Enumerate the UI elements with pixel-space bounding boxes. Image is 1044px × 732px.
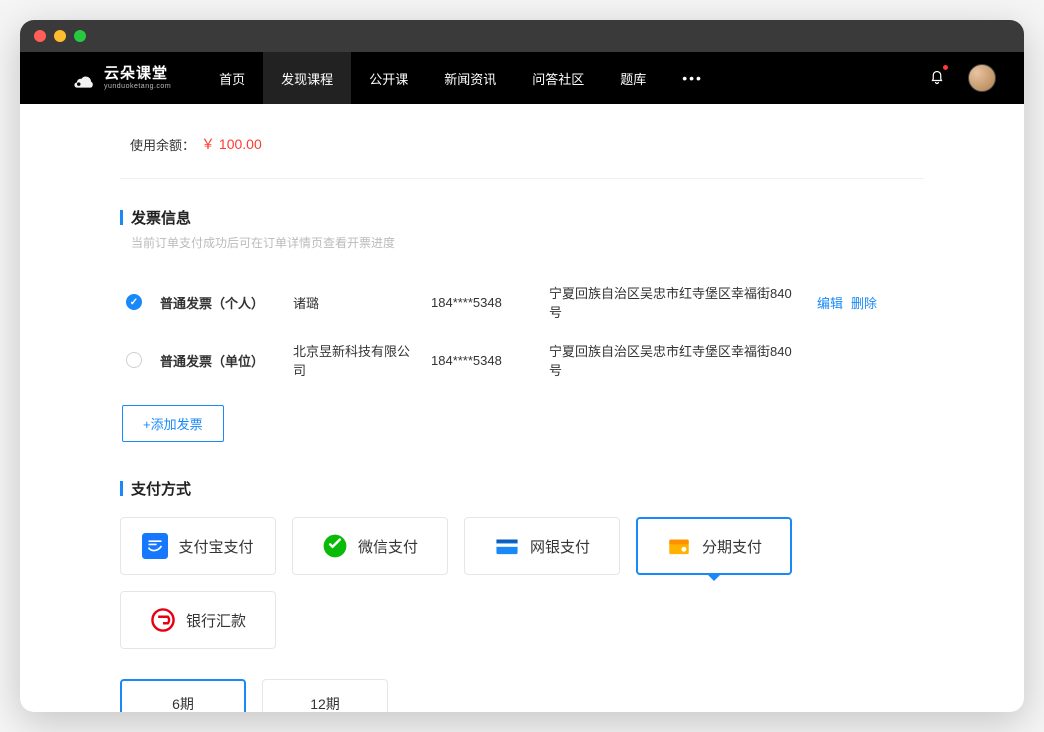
invoice-address: 宁夏回族自治区吴忠市红寺堡区幸福街840号 bbox=[549, 283, 799, 321]
brand-logo[interactable]: 云朵课堂 yunduoketang.com bbox=[70, 64, 171, 92]
alipay-icon bbox=[142, 533, 168, 559]
balance-row: 使用余额： ￥ 100.00 bbox=[120, 124, 924, 179]
notification-dot-icon bbox=[943, 65, 948, 70]
invoice-radio[interactable] bbox=[126, 352, 142, 368]
invoice-type: 普通发票（个人） bbox=[160, 293, 275, 312]
nav-item-3[interactable]: 新闻资讯 bbox=[426, 52, 514, 104]
invoice-phone: 184****5348 bbox=[431, 353, 531, 368]
payment-method-installment[interactable]: 分期支付 bbox=[636, 517, 792, 575]
invoice-type: 普通发票（单位） bbox=[160, 351, 275, 370]
balance-label: 使用余额： bbox=[130, 135, 195, 154]
invoice-actions: 编辑删除 bbox=[817, 293, 877, 312]
notification-bell[interactable] bbox=[928, 67, 946, 90]
payment-section-title: 支付方式 bbox=[120, 478, 924, 499]
payment-method-wechat[interactable]: 微信支付 bbox=[292, 517, 448, 575]
page-content: 使用余额： ￥ 100.00 发票信息 当前订单支付成功后可在订单详情页查看开票… bbox=[20, 104, 1024, 712]
invoice-name: 诸璐 bbox=[293, 293, 413, 312]
payment-method-alipay[interactable]: 支付宝支付 bbox=[120, 517, 276, 575]
invoice-row: 普通发票（单位） 北京昱新科技有限公司 184****5348 宁夏回族自治区吴忠市红… bbox=[126, 331, 924, 389]
nav-item-5[interactable]: 题库 bbox=[602, 52, 664, 104]
invoice-delete-button[interactable]: 删除 bbox=[851, 293, 877, 312]
window-titlebar bbox=[20, 20, 1024, 52]
installment-option-1[interactable]: 12期 bbox=[262, 679, 388, 712]
nav-item-1[interactable]: 发现课程 bbox=[263, 52, 351, 104]
brand-domain: yunduoketang.com bbox=[104, 83, 171, 90]
brand-name: 云朵课堂 bbox=[104, 66, 171, 81]
invoice-radio[interactable] bbox=[126, 294, 142, 310]
invoice-address: 宁夏回族自治区吴忠市红寺堡区幸福街840号 bbox=[549, 341, 799, 379]
invoice-section-subtitle: 当前订单支付成功后可在订单详情页查看开票进度 bbox=[131, 234, 924, 251]
nav-item-0[interactable]: 首页 bbox=[201, 52, 263, 104]
payment-method-label: 分期支付 bbox=[702, 536, 762, 557]
top-nav: 云朵课堂 yunduoketang.com 首页发现课程公开课新闻资讯问答社区题… bbox=[20, 52, 1024, 104]
invoice-section-title: 发票信息 bbox=[120, 207, 924, 228]
section-bar-icon bbox=[120, 210, 123, 225]
maximize-window-button[interactable] bbox=[74, 30, 86, 42]
payment-method-remit[interactable]: 银行汇款 bbox=[120, 591, 276, 649]
app-window: 云朵课堂 yunduoketang.com 首页发现课程公开课新闻资讯问答社区题… bbox=[20, 20, 1024, 712]
invoice-phone: 184****5348 bbox=[431, 295, 531, 310]
nav-more[interactable]: ••• bbox=[664, 70, 721, 86]
wechat-icon bbox=[322, 533, 348, 559]
section-bar-icon bbox=[120, 481, 123, 496]
invoice-name: 北京昱新科技有限公司 bbox=[293, 341, 413, 379]
minimize-window-button[interactable] bbox=[54, 30, 66, 42]
user-avatar[interactable] bbox=[968, 64, 996, 92]
payment-method-label: 网银支付 bbox=[530, 536, 590, 557]
close-window-button[interactable] bbox=[34, 30, 46, 42]
payment-method-label: 银行汇款 bbox=[186, 610, 246, 631]
bank-icon bbox=[494, 533, 520, 559]
installment-option-0[interactable]: 6期 bbox=[120, 679, 246, 712]
nav-item-4[interactable]: 问答社区 bbox=[514, 52, 602, 104]
payment-method-label: 微信支付 bbox=[358, 536, 418, 557]
payment-method-bank[interactable]: 网银支付 bbox=[464, 517, 620, 575]
invoice-edit-button[interactable]: 编辑 bbox=[817, 293, 843, 312]
balance-value: ￥ 100.00 bbox=[201, 134, 262, 154]
installment-icon bbox=[666, 533, 692, 559]
nav-item-2[interactable]: 公开课 bbox=[351, 52, 426, 104]
invoice-row: 普通发票（个人） 诸璐 184****5348 宁夏回族自治区吴忠市红寺堡区幸福街84… bbox=[126, 273, 924, 331]
add-invoice-button[interactable]: +添加发票 bbox=[122, 405, 224, 442]
payment-method-label: 支付宝支付 bbox=[178, 536, 253, 557]
cloud-logo-icon bbox=[70, 64, 98, 92]
remit-icon bbox=[150, 607, 176, 633]
